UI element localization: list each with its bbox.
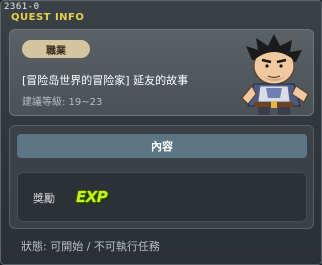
exp-icon: EXP — [76, 188, 108, 206]
job-badge: 職業 — [22, 40, 90, 58]
quest-info-window: 2361-0 QUEST INFO 職業 [冒险岛世界的冒险家] 延友的故事 建… — [0, 0, 322, 265]
content-header: 內容 — [17, 134, 307, 158]
quest-recommended-level: 建議等級: 19~23 — [22, 97, 103, 108]
reward-box: 獎勵 EXP — [17, 172, 307, 222]
window-title: QUEST INFO — [11, 12, 85, 23]
quest-id: 2361-0 — [4, 2, 40, 12]
reward-label: 獎勵 — [33, 192, 55, 205]
npc-portrait-icon — [241, 34, 309, 115]
quest-summary-panel: 職業 [冒险岛世界的冒险家] 延友的故事 建議等級: 19~23 — [9, 29, 314, 116]
quest-name: [冒险岛世界的冒险家] 延友的故事 — [22, 74, 189, 87]
quest-status: 狀態: 可開始 / 不可執行任務 — [21, 240, 160, 253]
content-panel: 內容 獎勵 EXP — [9, 125, 314, 229]
